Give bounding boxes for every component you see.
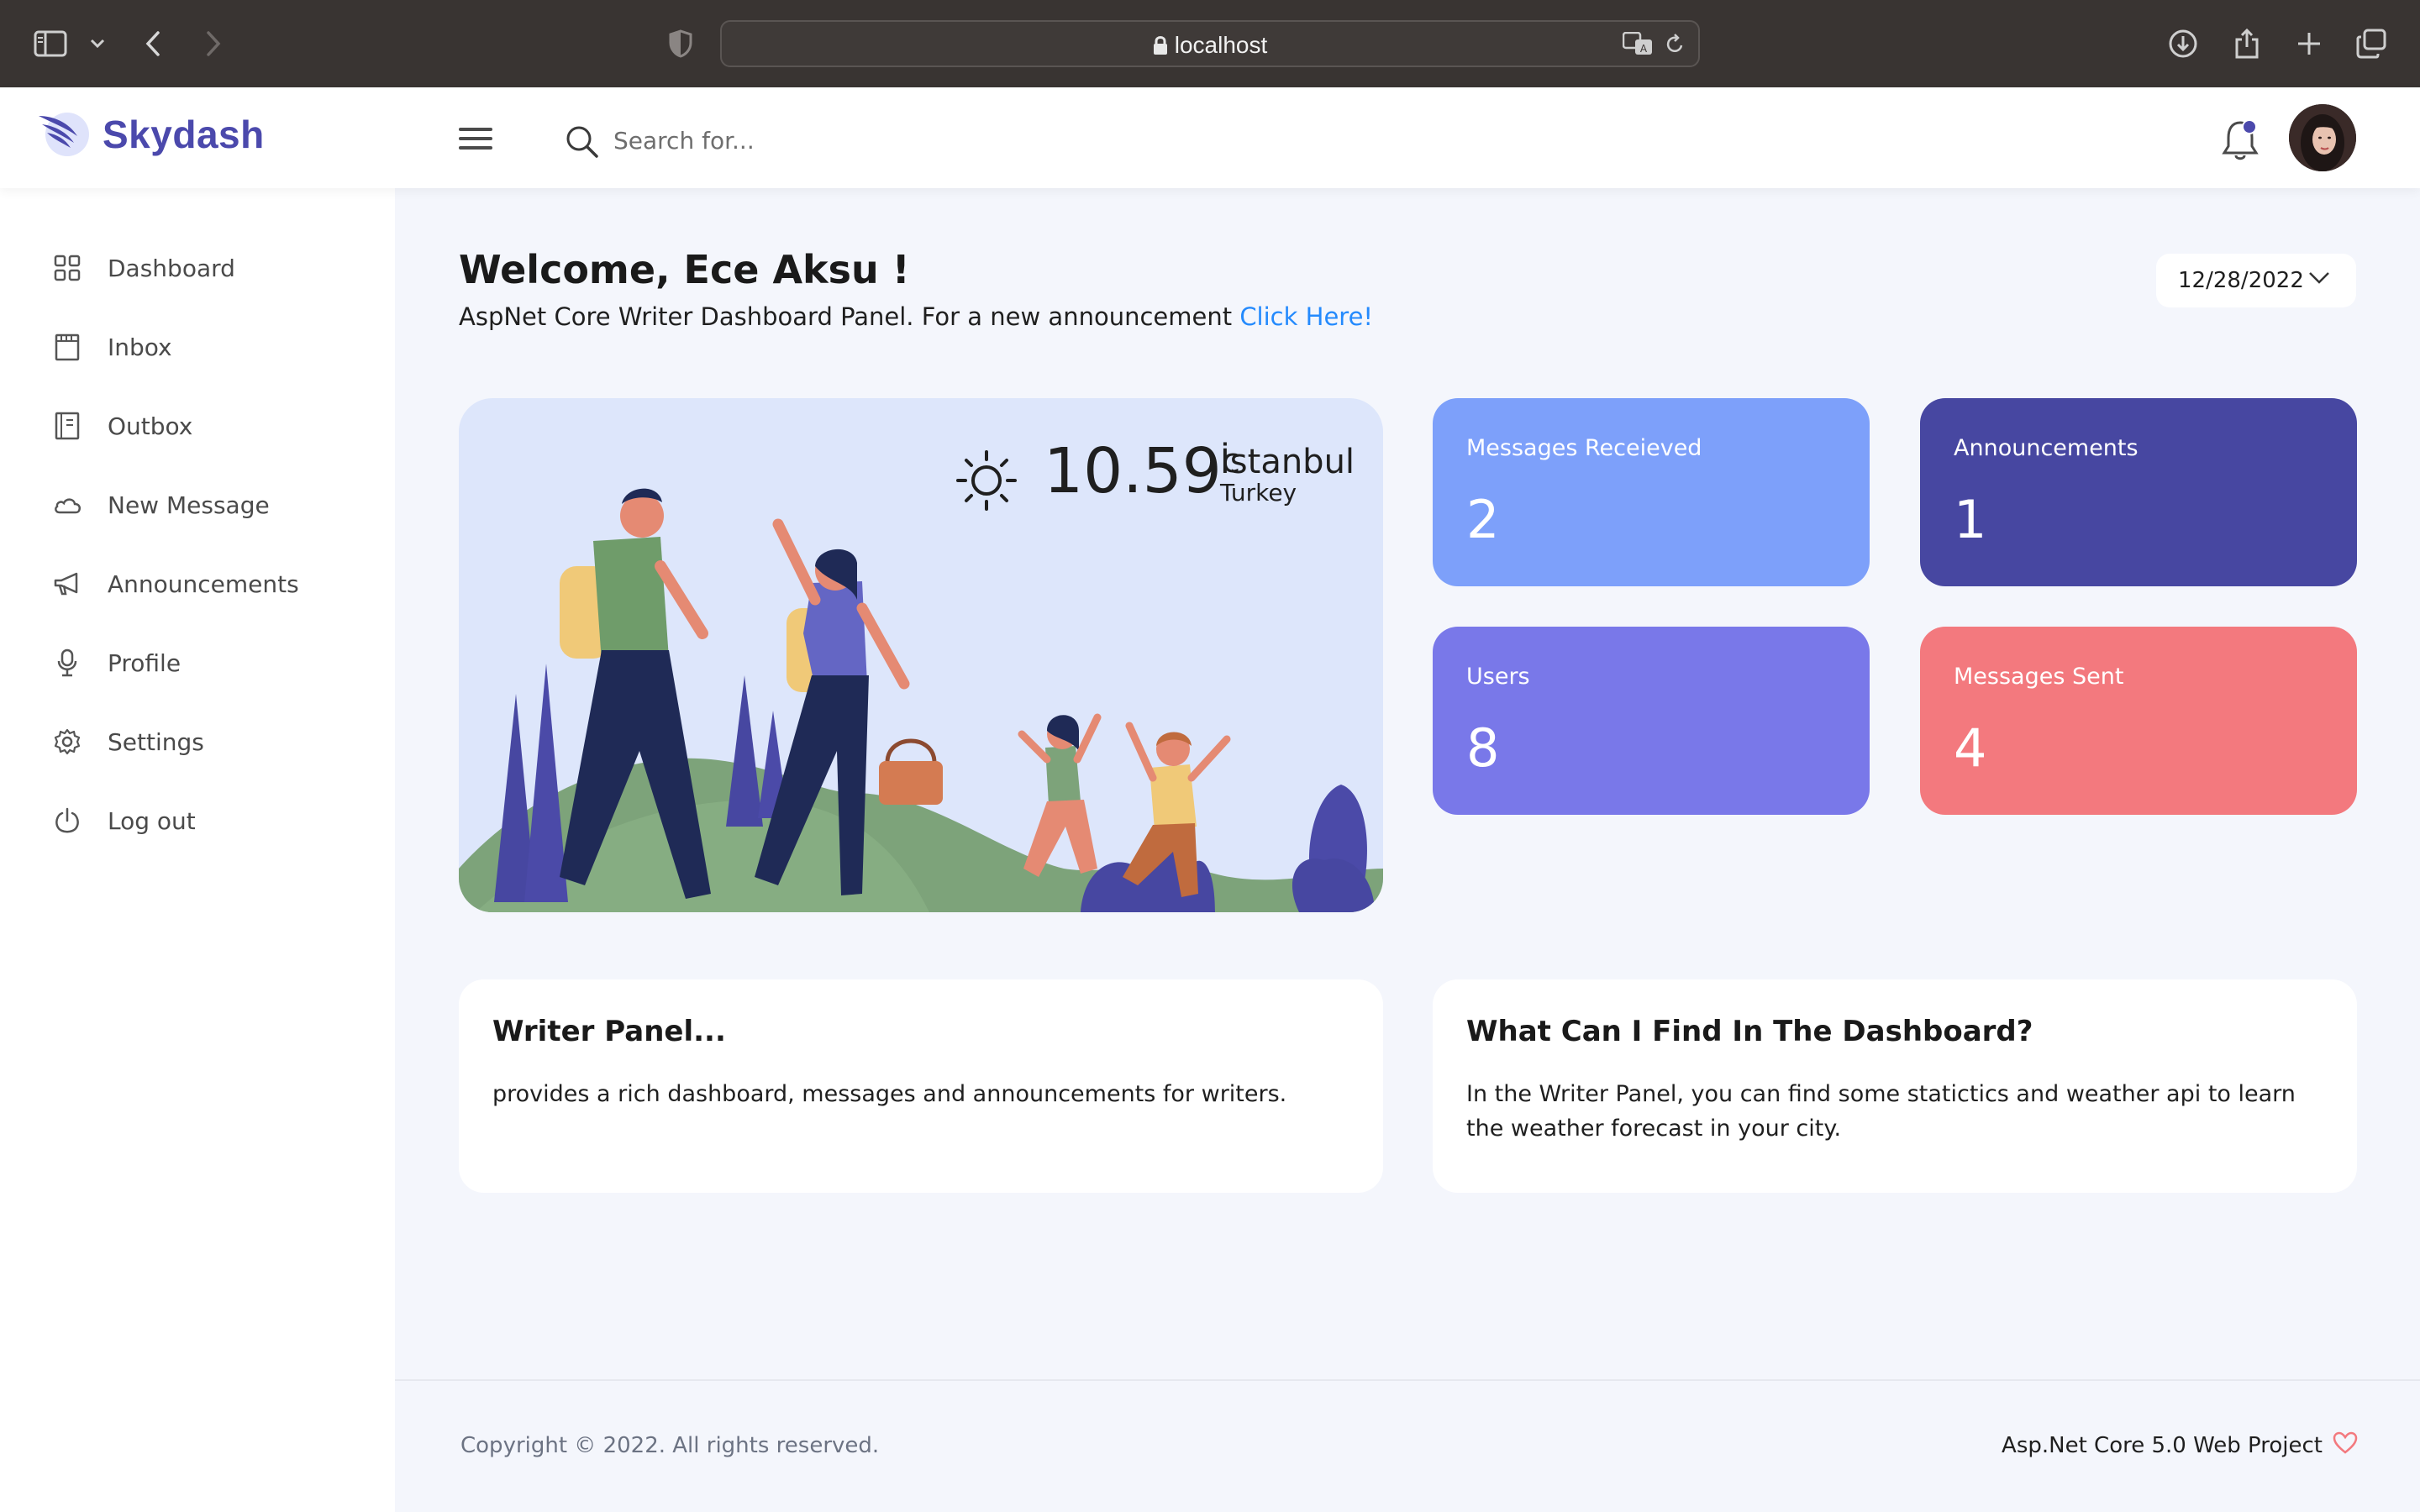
writer-panel-card: Writer Panel... provides a rich dashboar… (459, 979, 1383, 1193)
sidebar-item-outbox[interactable]: Outbox (0, 396, 395, 455)
brand-name: Skydash (103, 113, 265, 156)
page-subtitle: AspNet Core Writer Dashboard Panel. For … (459, 302, 1373, 331)
gear-icon (52, 727, 82, 757)
search-icon[interactable] (565, 124, 600, 163)
menu-toggle-button[interactable] (459, 128, 492, 153)
notification-dot (2242, 119, 2257, 134)
stat-card-messages-received[interactable]: Messages Receieved 2 (1433, 398, 1870, 586)
subtitle-text: AspNet Core Writer Dashboard Panel. For … (459, 302, 1233, 331)
page-title: Welcome, Ece Aksu ! (459, 247, 910, 292)
tabs-overview-icon[interactable] (2354, 27, 2388, 60)
sidebar-item-label: Dashboard (108, 254, 235, 282)
temperature-value: 10.59 (1044, 435, 1222, 507)
back-icon[interactable] (136, 27, 170, 60)
sidebar-item-settings[interactable]: Settings (0, 712, 395, 771)
svg-text:A: A (1640, 43, 1648, 55)
shield-icon[interactable] (664, 27, 697, 60)
reload-icon[interactable] (1665, 34, 1685, 59)
stat-value: 8 (1466, 717, 1500, 779)
grid-icon (52, 253, 82, 283)
sidebar-item-profile[interactable]: Profile (0, 633, 395, 692)
sidebar-item-label: Outbox (108, 412, 193, 440)
sidebar-item-logout[interactable]: Log out (0, 791, 395, 850)
sidebar-item-label: Inbox (108, 333, 172, 361)
sidebar-item-dashboard[interactable]: Dashboard (0, 239, 395, 297)
card-text: In the Writer Panel, you can find some s… (1466, 1081, 2296, 1142)
download-icon[interactable] (2166, 27, 2200, 60)
browser-toolbar: localhost A (0, 0, 2420, 87)
sidebar-toggle-icon[interactable] (34, 27, 67, 60)
stat-card-announcements[interactable]: Announcements 1 (1920, 398, 2357, 586)
microphone-icon (52, 648, 82, 678)
copyright-text: Copyright © 2022. All rights reserved. (460, 1433, 880, 1458)
megaphone-icon (52, 569, 82, 599)
chevron-down-icon (2309, 272, 2329, 284)
weather-card: 10.59 c İstanbul Turkey (459, 398, 1383, 912)
share-icon[interactable] (2230, 27, 2264, 60)
sidebar-item-label: Profile (108, 648, 182, 677)
temperature: 10.59 c (1030, 440, 1240, 502)
new-tab-icon[interactable] (2292, 27, 2326, 60)
stat-card-users[interactable]: Users 8 (1433, 627, 1870, 815)
forward-icon[interactable] (197, 27, 230, 60)
stat-value: 4 (1954, 717, 1987, 779)
stat-value: 1 (1954, 489, 1987, 550)
sidebar-item-inbox[interactable]: Inbox (0, 318, 395, 376)
chevron-down-icon[interactable] (81, 27, 114, 60)
sidebar-item-new-message[interactable]: New Message (0, 475, 395, 534)
weather-country: Turkey (1220, 479, 1297, 507)
date-value: 12/28/2022 (2178, 268, 2304, 293)
sidebar: Dashboard Inbox Outbox New Message Annou… (0, 188, 395, 1512)
sidebar-item-label: Settings (108, 727, 204, 756)
sidebar-item-label: New Message (108, 491, 270, 519)
new-announcement-link[interactable]: Click Here! (1239, 302, 1373, 331)
dashboard-info-card: What Can I Find In The Dashboard? In the… (1433, 979, 2357, 1193)
cloud-icon (52, 490, 82, 520)
footer: Copyright © 2022. All rights reserved. A… (395, 1379, 2420, 1512)
lock-icon (1153, 36, 1167, 55)
stat-card-messages-sent[interactable]: Messages Sent 4 (1920, 627, 2357, 815)
address-host: localhost (722, 32, 1698, 59)
project-text: Asp.Net Core 5.0 Web Project (2002, 1433, 2323, 1458)
translate-icon[interactable]: A (1622, 31, 1655, 59)
date-dropdown[interactable]: 12/28/2022 (2156, 254, 2356, 307)
weather-city: İstanbul (1220, 443, 1355, 481)
stat-value: 2 (1466, 489, 1500, 550)
power-icon (52, 806, 82, 836)
wing-logo-icon (39, 113, 89, 156)
notifications-button[interactable] (2220, 116, 2260, 163)
app-header: Skydash (0, 87, 2420, 188)
search-input[interactable] (613, 119, 1118, 161)
sidebar-item-label: Log out (108, 806, 196, 835)
inbox-icon (52, 332, 82, 362)
stat-title: Messages Sent (1954, 664, 2124, 690)
stat-title: Messages Receieved (1466, 435, 1702, 461)
heart-icon (2333, 1431, 2358, 1454)
sun-icon (956, 450, 1017, 511)
card-text: provides a rich dashboard, messages and … (492, 1081, 1287, 1107)
sidebar-item-label: Announcements (108, 570, 299, 598)
outbox-icon (52, 411, 82, 441)
brand-logo[interactable]: Skydash (35, 108, 265, 161)
card-title: Writer Panel... (492, 1015, 726, 1048)
stat-title: Announcements (1954, 435, 2139, 461)
stat-title: Users (1466, 664, 1530, 690)
card-title: What Can I Find In The Dashboard? (1466, 1015, 2033, 1048)
address-bar[interactable]: localhost A (720, 20, 1700, 67)
sidebar-item-announcements[interactable]: Announcements (0, 554, 395, 613)
user-avatar[interactable] (2289, 104, 2356, 171)
